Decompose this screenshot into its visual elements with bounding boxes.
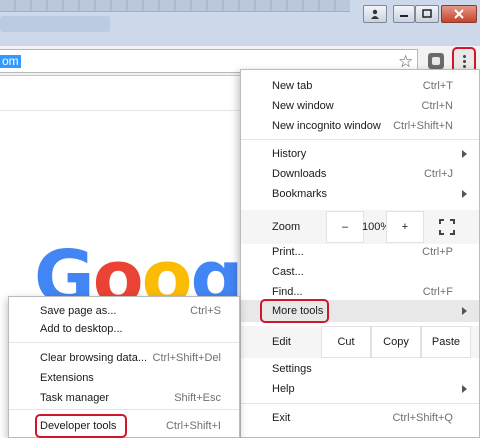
menu-item-shortcut: Ctrl+J bbox=[423, 168, 453, 180]
extension-icon[interactable] bbox=[428, 53, 444, 69]
submenu-item-clear-browsing-data[interactable]: Clear browsing data... Ctrl+Shift+Del bbox=[9, 348, 239, 368]
submenu-item-task-manager[interactable]: Task manager Shift+Esc bbox=[9, 388, 239, 408]
menu-item-cast[interactable]: Cast... bbox=[241, 262, 479, 282]
menu-item-history[interactable]: History bbox=[241, 144, 479, 164]
menu-separator bbox=[241, 403, 479, 404]
edit-label: Edit bbox=[272, 336, 291, 348]
tab-strip[interactable] bbox=[0, 0, 350, 12]
zoom-row: Zoom – 100% + bbox=[241, 210, 479, 244]
page-divider bbox=[0, 110, 240, 111]
submenu-item-label: Save page as... bbox=[40, 305, 117, 317]
chrome-main-menu: New tab Ctrl+T New window Ctrl+N New inc… bbox=[240, 69, 480, 438]
submenu-item-label: Clear browsing data... bbox=[40, 352, 147, 364]
copy-button[interactable]: Copy bbox=[371, 326, 421, 358]
submenu-arrow-icon bbox=[462, 150, 467, 158]
submenu-item-extensions[interactable]: Extensions bbox=[9, 368, 239, 388]
maximize-button[interactable] bbox=[415, 5, 439, 23]
menu-item-settings[interactable]: Settings bbox=[241, 359, 479, 379]
menu-item-label: Print... bbox=[272, 246, 304, 258]
address-bar-selected-text[interactable]: om bbox=[0, 55, 21, 68]
submenu-item-save-page-as[interactable]: Save page as... Ctrl+S bbox=[9, 301, 239, 321]
menu-item-shortcut: Ctrl+N bbox=[421, 100, 453, 112]
submenu-item-label: Extensions bbox=[40, 372, 94, 384]
zoom-in-button[interactable]: + bbox=[386, 211, 424, 243]
submenu-item-label: Add to desktop... bbox=[40, 323, 123, 335]
menu-item-label: Bookmarks bbox=[272, 188, 328, 200]
menu-item-label: History bbox=[272, 148, 307, 160]
window-titlebar bbox=[0, 0, 480, 46]
minimize-button[interactable] bbox=[393, 5, 415, 23]
submenu-item-shortcut: Shift+Esc bbox=[174, 392, 221, 404]
menu-item-label: New incognito window bbox=[272, 120, 381, 132]
menu-item-label: New window bbox=[272, 100, 334, 112]
menu-item-new-incognito-window[interactable]: New incognito window Ctrl+Shift+N bbox=[241, 116, 479, 136]
menu-item-downloads[interactable]: Downloads Ctrl+J bbox=[241, 164, 479, 184]
menu-item-shortcut: Ctrl+P bbox=[422, 246, 453, 258]
submenu-item-label: Developer tools bbox=[40, 420, 117, 432]
menu-item-new-tab[interactable]: New tab Ctrl+T bbox=[241, 76, 479, 96]
submenu-item-label: Task manager bbox=[40, 392, 110, 404]
menu-separator bbox=[241, 139, 479, 140]
menu-item-label: Help bbox=[272, 383, 295, 395]
menu-item-print[interactable]: Print... Ctrl+P bbox=[241, 242, 479, 262]
submenu-arrow-icon bbox=[462, 307, 467, 315]
menu-item-help[interactable]: Help bbox=[241, 379, 479, 399]
three-dot-menu-icon bbox=[463, 55, 466, 58]
more-tools-submenu: Save page as... Ctrl+S Add to desktop...… bbox=[8, 296, 240, 438]
menu-item-shortcut: Ctrl+T bbox=[422, 80, 453, 92]
submenu-item-shortcut: Ctrl+S bbox=[190, 305, 221, 317]
user-profile-button[interactable] bbox=[363, 5, 387, 23]
menu-item-bookmarks[interactable]: Bookmarks bbox=[241, 184, 479, 204]
submenu-arrow-icon bbox=[462, 190, 467, 198]
close-button[interactable] bbox=[441, 5, 477, 23]
zoom-label: Zoom bbox=[272, 221, 301, 233]
star-icon[interactable]: ☆ bbox=[398, 53, 413, 70]
submenu-separator bbox=[9, 409, 239, 410]
menu-item-shortcut: Ctrl+Shift+Q bbox=[392, 412, 453, 424]
cut-button[interactable]: Cut bbox=[321, 326, 371, 358]
menu-item-label: Downloads bbox=[272, 168, 327, 180]
submenu-item-shortcut: Ctrl+Shift+Del bbox=[152, 352, 221, 364]
menu-item-shortcut: Ctrl+Shift+N bbox=[393, 120, 453, 132]
menu-item-label: Cast... bbox=[272, 266, 304, 278]
submenu-arrow-icon bbox=[462, 385, 467, 393]
fullscreen-icon[interactable] bbox=[439, 219, 455, 235]
submenu-item-developer-tools[interactable]: Developer tools Ctrl+Shift+I bbox=[9, 416, 239, 436]
fullscreen-corner bbox=[439, 219, 444, 224]
user-icon bbox=[371, 9, 379, 19]
fullscreen-corner bbox=[450, 219, 455, 224]
menu-icon-dot bbox=[463, 60, 466, 63]
menu-item-find[interactable]: Find... Ctrl+F bbox=[241, 282, 479, 302]
menu-item-label: Find... bbox=[272, 286, 303, 298]
minimize-icon bbox=[400, 15, 408, 17]
maximize-icon bbox=[422, 9, 432, 18]
menu-item-shortcut: Ctrl+F bbox=[422, 286, 453, 298]
submenu-item-shortcut: Ctrl+Shift+I bbox=[165, 420, 221, 432]
menu-item-label: Exit bbox=[272, 412, 291, 424]
paste-button[interactable]: Paste bbox=[421, 326, 471, 358]
menu-item-more-tools[interactable]: More tools bbox=[241, 300, 479, 322]
edit-row: Edit Cut Copy Paste bbox=[241, 326, 479, 358]
menu-item-new-window[interactable]: New window Ctrl+N bbox=[241, 96, 479, 116]
submenu-separator bbox=[9, 342, 239, 343]
menu-item-label: Settings bbox=[272, 363, 312, 375]
menu-item-label: New tab bbox=[272, 80, 313, 92]
fullscreen-corner bbox=[439, 230, 444, 235]
menu-icon-dot bbox=[463, 65, 466, 68]
menu-item-exit[interactable]: Exit Ctrl+Shift+Q bbox=[241, 408, 479, 428]
submenu-item-add-to-desktop[interactable]: Add to desktop... bbox=[9, 319, 239, 339]
menu-item-label: More tools bbox=[272, 305, 324, 317]
fullscreen-corner bbox=[450, 230, 455, 235]
close-icon bbox=[454, 9, 464, 19]
zoom-out-button[interactable]: – bbox=[326, 211, 364, 243]
tab-title-blurred bbox=[0, 16, 110, 32]
